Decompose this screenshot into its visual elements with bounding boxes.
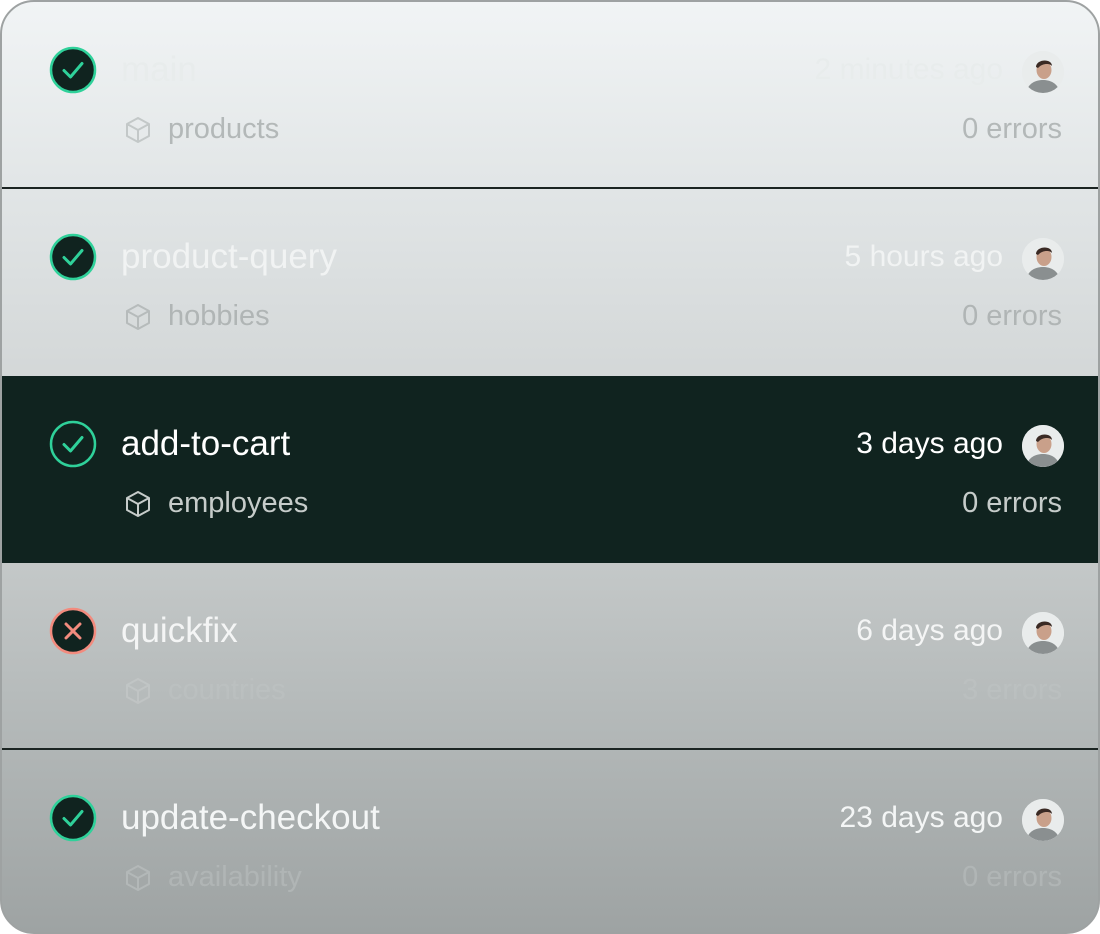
error-count: 0 errors [962,487,1062,519]
cube-icon [123,302,153,332]
model-name: employees [168,487,309,519]
deployment-time: 2 minutes ago [814,53,1003,86]
deployment-name: main [121,50,197,89]
deployment-row-quickfix[interactable]: quickfix 6 days ago countries 3 errors [2,563,1098,750]
cube-icon [123,115,153,145]
error-count: 0 errors [962,113,1062,145]
cube-icon [123,863,153,893]
model-name: hobbies [168,300,270,332]
cube-icon [123,676,153,706]
deployment-row-product-query[interactable]: product-query 5 hours ago hobbies 0 erro… [2,189,1098,376]
error-count: 3 errors [962,674,1062,706]
deployment-time: 3 days ago [856,427,1003,460]
check-circle-icon [49,233,97,281]
check-circle-icon [49,420,97,468]
x-circle-icon [49,607,97,655]
avatar [1022,799,1064,841]
model-name: products [168,113,280,145]
check-circle-icon [49,794,97,842]
deployments-list: main 2 minutes ago products 0 errors pro… [0,0,1100,934]
deployment-time: 5 hours ago [844,240,1003,273]
deployment-row-update-checkout[interactable]: update-checkout 23 days ago availability… [2,750,1098,932]
deployment-row-main[interactable]: main 2 minutes ago products 0 errors [2,2,1098,189]
cube-icon [123,489,153,519]
avatar [1022,425,1064,467]
check-circle-icon [49,46,97,94]
model-name: availability [168,861,302,893]
deployment-time: 6 days ago [856,614,1003,647]
deployment-name: quickfix [121,611,238,650]
avatar [1022,51,1064,93]
deployment-time: 23 days ago [839,801,1003,834]
avatar [1022,238,1064,280]
model-name: countries [168,674,286,706]
deployment-name: add-to-cart [121,424,291,463]
error-count: 0 errors [962,861,1062,893]
avatar [1022,612,1064,654]
deployment-name: product-query [121,237,337,276]
deployment-name: update-checkout [121,798,380,837]
deployment-row-add-to-cart[interactable]: add-to-cart 3 days ago employees 0 error… [2,376,1098,563]
error-count: 0 errors [962,300,1062,332]
